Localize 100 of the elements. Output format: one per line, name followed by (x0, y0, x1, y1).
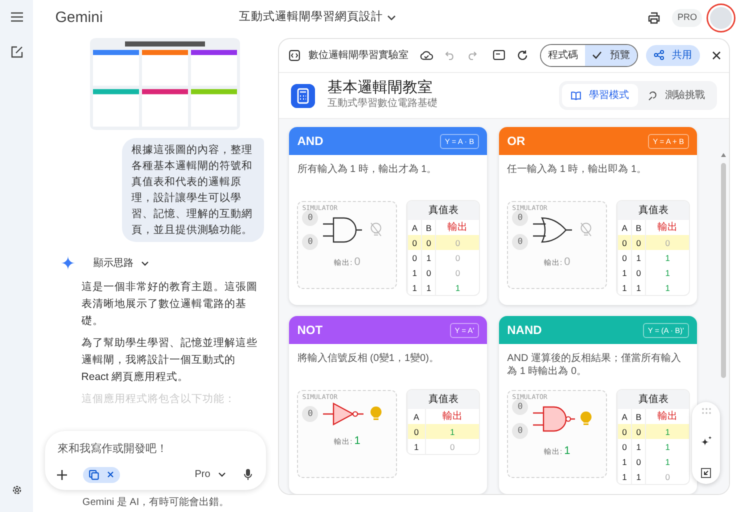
close-icon[interactable] (712, 50, 721, 60)
app-subtitle: 互動式學習數位電路基礎 (327, 96, 438, 112)
calculator-icon (291, 84, 316, 108)
table-cell: 1 (436, 280, 480, 296)
app-title: Gemini (55, 8, 103, 28)
disclaimer: Gemini 是 AI，有時可能會出錯。 (81, 496, 230, 510)
input-toggle[interactable]: 0 (302, 234, 318, 250)
input-toggle[interactable]: 0 (512, 399, 528, 416)
table-cell: 0 (425, 439, 480, 454)
table-cell: 1 (422, 280, 436, 296)
table-cell: 1 (646, 265, 689, 280)
nand-gate-icon (532, 404, 576, 434)
menu-icon[interactable] (10, 12, 23, 22)
table-cell: 0 (408, 235, 422, 250)
gate-description: AND 運算後的反相結果；僅當所有輸入為 1 時輸出為 0。 (507, 352, 682, 378)
plus-icon[interactable] (57, 470, 68, 480)
table-cell: 0 (408, 424, 426, 440)
chevron-down-icon (218, 472, 226, 477)
plan-badge: PRO (672, 9, 702, 27)
table-cell: 0 (618, 235, 632, 250)
share-button[interactable]: 共用 (646, 44, 700, 66)
show-thoughts-toggle[interactable]: 顯示思路 (91, 254, 152, 273)
refresh-icon[interactable] (517, 50, 528, 61)
table-cell: 1 (646, 250, 689, 266)
drag-handle-icon[interactable] (702, 408, 710, 414)
code-icon (289, 50, 300, 61)
table-cell: 1 (632, 469, 646, 484)
gate-description: 所有輸入為 1 時，輸出才為 1。 (297, 163, 438, 178)
table-cell: 1 (646, 439, 689, 454)
table-cell: 1 (408, 280, 422, 296)
table-cell: 1 (646, 280, 689, 296)
table-cell: 0 (408, 250, 422, 266)
table-cell: 1 (618, 469, 632, 484)
edit-icon[interactable] (10, 46, 23, 58)
console-icon[interactable] (493, 50, 505, 60)
view-tab[interactable]: 預覽 (585, 44, 637, 66)
table-title: 真值表 (408, 201, 480, 220)
table-cell: 1 (618, 454, 632, 470)
chevron-down-icon (141, 260, 150, 266)
book-icon (571, 91, 581, 100)
microphone-icon[interactable] (244, 469, 252, 480)
table-cell: 1 (646, 424, 689, 440)
table-title: 真值表 (408, 390, 480, 410)
table-cell: 1 (408, 439, 426, 454)
table-cell: 1 (646, 454, 689, 470)
chevron-down-icon[interactable] (386, 14, 396, 21)
input-toggle[interactable]: 0 (512, 210, 528, 226)
input-toggle[interactable]: 0 (512, 423, 528, 440)
user-message: 根據這張圖的內容，整理各種基本邏輯閘的符號和真值表和代表的邏輯原理，設計讓學生可以學習、記憶、理解的互動網頁，並且提供測驗功能。 (122, 138, 264, 242)
table-cell: 0 (436, 265, 480, 280)
gate-description: 任一輸入為 1 時，輸出即為 1。 (507, 163, 648, 178)
table-cell: 0 (436, 235, 480, 250)
gate-name: NOT (297, 322, 323, 340)
table-cell: 0 (646, 235, 689, 250)
image-thumbnail-drawing[interactable] (90, 38, 240, 130)
attachment-chip[interactable] (83, 466, 120, 482)
table-cell: 1 (632, 280, 646, 296)
table-cell: 0 (632, 424, 646, 440)
table-cell: 1 (408, 265, 422, 280)
response-paragraph: 這是一個非常好的教育主題。這張圖表清晰地展示了數位邏輯電路的基礎。 (81, 280, 258, 329)
table-cell: 0 (436, 250, 480, 266)
gate-description: 將輸入信號反相 (0變1，1變0)。 (297, 352, 440, 366)
collapse-icon[interactable] (701, 468, 711, 478)
table-cell: 1 (618, 265, 632, 280)
table-cell: 1 (422, 250, 436, 266)
app-heading: 基本邏輯閘教室 (327, 80, 434, 96)
table-cell: 0 (618, 250, 632, 266)
cloud-icon[interactable] (420, 50, 434, 60)
table-cell: 0 (618, 424, 632, 440)
table-cell: 0 (632, 235, 646, 250)
share-icon (654, 50, 664, 60)
settings-icon[interactable] (10, 484, 23, 496)
table-cell: 1 (618, 280, 632, 296)
sparkle-icon[interactable] (700, 436, 712, 446)
table-cell: 0 (618, 439, 632, 454)
input-toggle[interactable]: 0 (302, 406, 318, 422)
gate-name: NAND (507, 322, 542, 340)
table-cell: 0 (422, 265, 436, 280)
model-picker[interactable]: Pro (192, 465, 228, 484)
printer-icon[interactable] (648, 12, 660, 24)
avatar[interactable] (710, 6, 732, 29)
table-cell: 0 (422, 235, 436, 250)
mode-tab[interactable]: 學習模式 (562, 84, 638, 108)
table-title: 真值表 (618, 390, 689, 410)
table-title: 真值表 (618, 201, 689, 220)
check-icon (592, 51, 602, 60)
table-cell: 1 (632, 439, 646, 454)
response-paragraph: 為了幫助學生學習、記憶並理解這些邏輯閘，我將設計一個互動式的 React 網頁應用程式。 (81, 336, 258, 385)
table-cell: 0 (646, 469, 689, 484)
conversation-title[interactable]: 互動式邏輯閘學習網頁設計 (238, 9, 383, 27)
canvas-title: 數位邏輯閘學習實驗室 (308, 48, 408, 63)
gate-name: AND (297, 133, 324, 150)
gate-name: OR (507, 133, 526, 150)
input-toggle[interactable]: 0 (512, 234, 528, 250)
mode-tab[interactable]: 測驗挑戰 (638, 84, 714, 108)
input-toggle[interactable]: 0 (302, 210, 318, 226)
sparkle-icon (61, 256, 76, 270)
table-cell: 1 (632, 250, 646, 266)
table-cell: 1 (425, 424, 480, 440)
image-icon (89, 470, 100, 480)
